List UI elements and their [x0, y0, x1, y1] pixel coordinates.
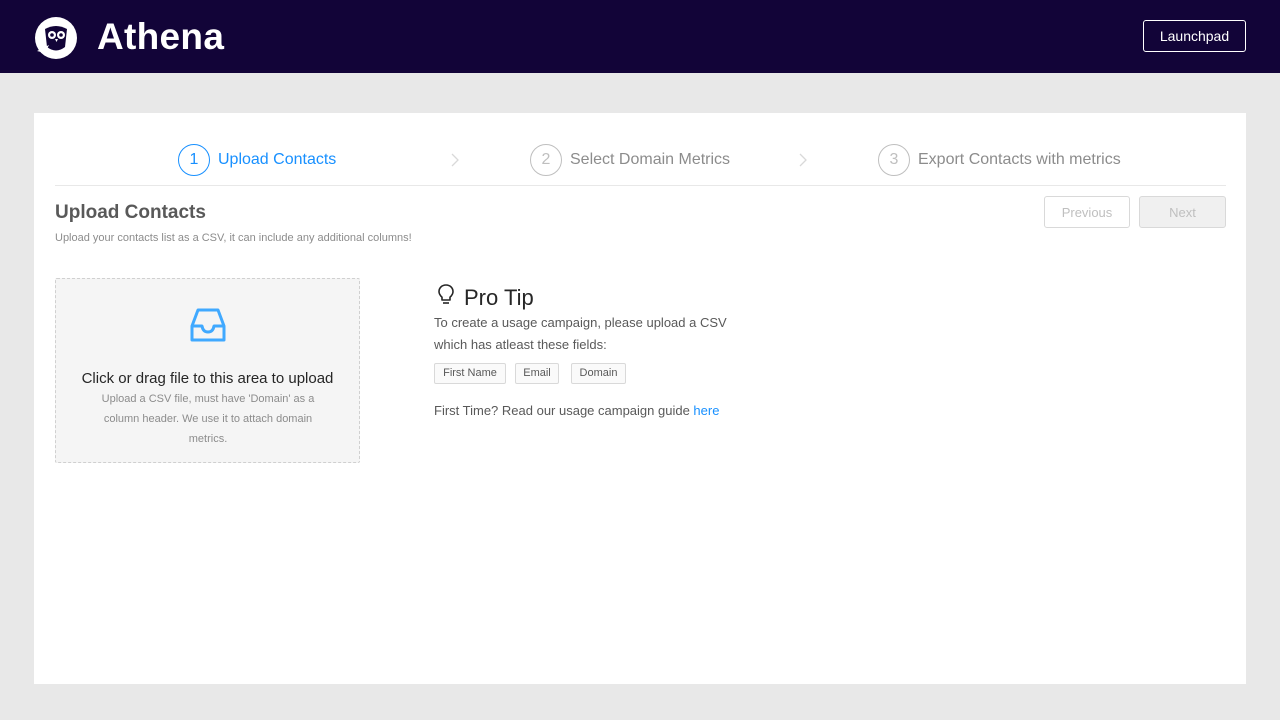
field-tag-first-name: First Name: [434, 363, 506, 384]
step-label: Export Contacts with metrics: [918, 151, 1121, 168]
step-select-domain-metrics[interactable]: 2 Select Domain Metrics: [530, 144, 730, 176]
guide-link[interactable]: here: [693, 403, 719, 418]
top-bar: Athena Launchpad: [0, 0, 1280, 73]
page-subtitle: Upload your contacts list as a CSV, it c…: [55, 232, 412, 244]
step-number: 1: [178, 144, 210, 176]
chevron-right-icon: [451, 153, 459, 167]
launchpad-button[interactable]: Launchpad: [1143, 20, 1246, 52]
main-card: 1 Upload Contacts 2 Select Domain Metric…: [34, 113, 1246, 684]
previous-button[interactable]: Previous: [1044, 196, 1130, 228]
steps-bar: 1 Upload Contacts 2 Select Domain Metric…: [55, 113, 1226, 186]
step-upload-contacts[interactable]: 1 Upload Contacts: [178, 144, 336, 176]
step-export-contacts[interactable]: 3 Export Contacts with metrics: [878, 144, 1121, 176]
step-label: Upload Contacts: [218, 151, 337, 168]
field-tag-email: Email: [515, 363, 559, 384]
inbox-icon: [190, 308, 226, 342]
step-number: 3: [878, 144, 910, 176]
step-label: Select Domain Metrics: [570, 151, 731, 168]
upload-dropzone[interactable]: Click or drag file to this area to uploa…: [55, 278, 360, 463]
guide-prefix: First Time? Read our usage campaign guid…: [434, 403, 694, 418]
next-button[interactable]: Next: [1139, 196, 1226, 228]
page-title: Upload Contacts: [55, 202, 206, 223]
bulb-icon: [438, 284, 454, 304]
owl-logo-icon[interactable]: [35, 17, 77, 59]
pro-tip-title: Pro Tip: [464, 285, 534, 310]
upload-title: Click or drag file to this area to uploa…: [81, 370, 334, 387]
brand-name: Athena: [97, 16, 225, 57]
pro-tip-text: To create a usage campaign, please uploa…: [434, 315, 727, 352]
step-number: 2: [530, 144, 562, 176]
guide-text: First Time? Read our usage campaign guid…: [434, 403, 719, 418]
upload-hint: Upload a CSV file, must have 'Domain' as…: [101, 393, 315, 445]
chevron-right-icon: [799, 153, 807, 167]
field-tag-domain: Domain: [571, 363, 626, 384]
